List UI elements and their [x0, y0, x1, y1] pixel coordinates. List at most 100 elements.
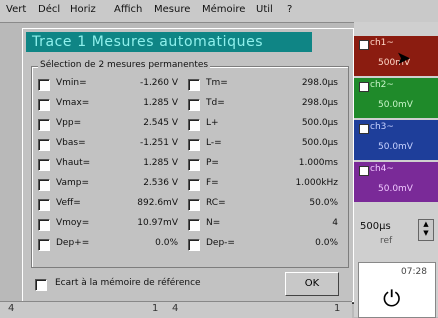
menu-bar: Vert Décl Horiz Affich Mesure Mémoire Util?: [0, 0, 438, 23]
measure-row: Td= 298.0µs: [188, 97, 338, 113]
clock-box: 07:28 ⏻: [358, 262, 436, 318]
channel-label: ch3~: [370, 122, 394, 132]
menu-item[interactable]: Util: [256, 4, 273, 15]
measure-name: N=: [206, 218, 221, 228]
measure-value: 500.0µs: [301, 118, 338, 128]
measure-value: 1.000kHz: [295, 178, 338, 188]
measure-checkbox[interactable]: [38, 199, 50, 211]
measure-value: 1.000ms: [298, 158, 338, 168]
measure-name: Vmoy=: [56, 218, 90, 228]
ref-memory-label: Ecart à la mémoire de référence: [55, 278, 201, 288]
auto-measure-dialog: Trace 1 Mesures automatiques Sélection d…: [22, 28, 354, 302]
channel-scale: 50.0mV: [378, 100, 413, 110]
measure-checkbox[interactable]: [38, 119, 50, 131]
menu-item[interactable]: Horiz: [70, 4, 96, 15]
measure-name: Dep+=: [56, 238, 90, 248]
measure-checkbox[interactable]: [38, 219, 50, 231]
measure-row: F= 1.000kHz: [188, 177, 338, 193]
channel-label: ch4~: [370, 164, 394, 174]
measure-checkbox[interactable]: [188, 159, 200, 171]
menu-item[interactable]: ?: [287, 4, 292, 15]
menu-item[interactable]: Vert: [6, 4, 26, 15]
measure-name: Td=: [206, 98, 225, 108]
ref-label: ref: [380, 236, 393, 246]
group-label: Sélection de 2 mesures permanentes: [38, 60, 211, 70]
measure-row: Tm= 298.0µs: [188, 77, 338, 93]
measure-row: Vamp= 2.536 V: [38, 177, 178, 193]
measure-name: Tm=: [206, 78, 228, 88]
measure-name: F=: [206, 178, 219, 188]
channel-2-box[interactable]: ch2~ 50.0mV: [354, 78, 438, 118]
measure-name: RC=: [206, 198, 226, 208]
measure-name: Vhaut=: [56, 158, 91, 168]
measure-value: 298.0µs: [301, 78, 338, 88]
measure-value: 2.536 V: [143, 178, 178, 188]
measure-checkbox[interactable]: [38, 139, 50, 151]
measure-checkbox[interactable]: [188, 199, 200, 211]
measure-name: Veff=: [56, 198, 81, 208]
measure-name: Vamp=: [56, 178, 89, 188]
channel-3-box[interactable]: ch3~ 50.0mV: [354, 120, 438, 160]
measure-checkbox[interactable]: [38, 99, 50, 111]
channel-4-box[interactable]: ch4~ 50.0mV: [354, 162, 438, 202]
measure-value: -1.260 V: [139, 78, 178, 88]
channel-checkbox[interactable]: [359, 124, 369, 134]
measure-checkbox[interactable]: [188, 219, 200, 231]
measure-checkbox[interactable]: [188, 139, 200, 151]
ok-button[interactable]: OK: [285, 272, 339, 296]
timebase-value: 500µs: [360, 221, 391, 232]
dialog-title: Trace 1 Mesures automatiques: [26, 32, 312, 52]
channel-checkbox[interactable]: [359, 40, 369, 50]
menu-item[interactable]: Mesure: [154, 4, 190, 15]
measure-row: N= 4: [188, 217, 338, 233]
channel-scale: 50.0mV: [378, 184, 413, 194]
channel-checkbox[interactable]: [359, 82, 369, 92]
measure-name: P=: [206, 158, 219, 168]
scroll-tick: 4: [172, 303, 179, 314]
measure-checkbox[interactable]: [188, 239, 200, 251]
scroll-tick: 4: [8, 303, 15, 314]
measure-name: Vbas=: [56, 138, 86, 148]
measure-value: -1.251 V: [139, 138, 178, 148]
measure-checkbox[interactable]: [38, 179, 50, 191]
channel-checkbox[interactable]: [359, 166, 369, 176]
measure-checkbox[interactable]: [188, 179, 200, 191]
ref-memory-checkbox[interactable]: [35, 279, 47, 291]
measure-name: Vmax=: [56, 98, 90, 108]
channel-label: ch2~: [370, 80, 394, 90]
mouse-cursor-icon: ➤: [396, 48, 412, 69]
measure-row: Vmin= -1.260 V: [38, 77, 178, 93]
measure-name: Vmin=: [56, 78, 87, 88]
measure-checkbox[interactable]: [38, 159, 50, 171]
measure-name: Vpp=: [56, 118, 82, 128]
measure-row: L+ 500.0µs: [188, 117, 338, 133]
timebase-control[interactable]: 500µs ▲ ▼: [358, 219, 436, 241]
measure-value: 2.545 V: [143, 118, 178, 128]
measure-value: 0.0%: [315, 238, 338, 248]
power-plug-icon: ⏻: [383, 287, 401, 312]
measure-row: RC= 50.0%: [188, 197, 338, 213]
channel-label: ch1~: [370, 38, 394, 48]
measure-value: 0.0%: [155, 238, 178, 248]
clock-time: 07:28: [401, 267, 427, 277]
measure-checkbox[interactable]: [188, 99, 200, 111]
menu-item[interactable]: Décl: [38, 4, 60, 15]
measure-name: L-=: [206, 138, 222, 148]
measure-checkbox[interactable]: [38, 79, 50, 91]
measure-value: 1.285 V: [143, 98, 178, 108]
menu-item[interactable]: Mémoire: [202, 4, 245, 15]
menu-item[interactable]: Affich: [114, 4, 142, 15]
horizontal-scrollbar[interactable]: 4 1 4 1: [0, 301, 352, 318]
measure-row: Vmoy= 10.97mV: [38, 217, 178, 233]
channel-scale: 50.0mV: [378, 142, 413, 152]
timebase-spinner[interactable]: ▲ ▼: [418, 219, 434, 241]
measure-checkbox[interactable]: [188, 119, 200, 131]
measure-name: Dep-=: [206, 238, 235, 248]
measure-value: 4: [332, 218, 338, 228]
measure-checkbox[interactable]: [188, 79, 200, 91]
measure-row: Vbas= -1.251 V: [38, 137, 178, 153]
measure-row: Vmax= 1.285 V: [38, 97, 178, 113]
measure-checkbox[interactable]: [38, 239, 50, 251]
measure-row: L-= 500.0µs: [188, 137, 338, 153]
measure-value: 50.0%: [309, 198, 338, 208]
